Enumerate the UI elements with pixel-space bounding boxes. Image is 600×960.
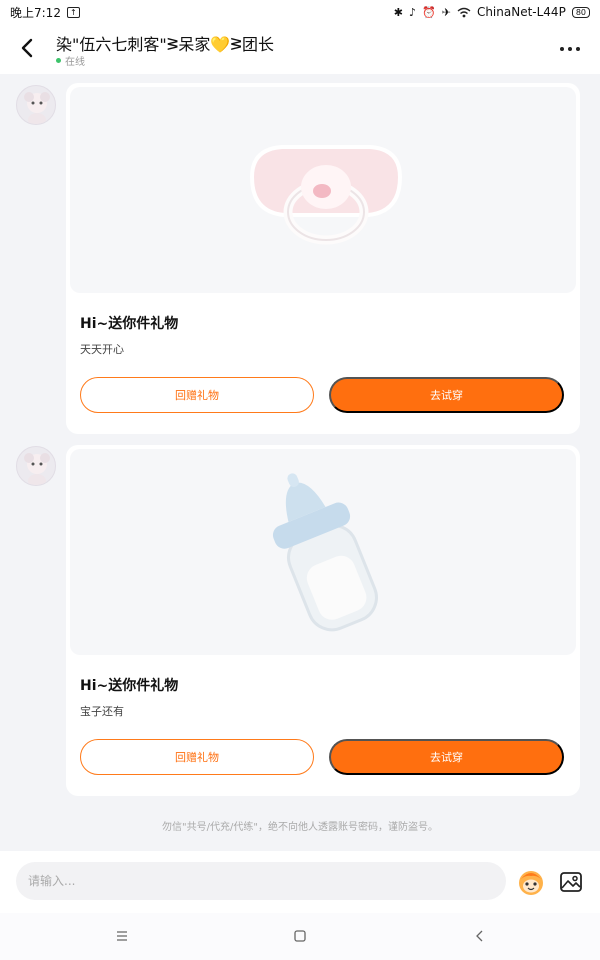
back-triangle-icon[interactable] <box>468 925 492 947</box>
message-input[interactable] <box>16 862 506 900</box>
return-gift-button[interactable]: 回赠礼物 <box>80 739 314 775</box>
alarm-icon: ⏰ <box>422 5 436 19</box>
try-on-button[interactable]: 去试穿 <box>329 739 564 775</box>
mute-icon: ♪ <box>408 5 417 19</box>
image-picker-icon[interactable] <box>558 869 584 895</box>
gift-image <box>70 449 576 655</box>
system-nav-bar <box>0 913 600 960</box>
gift-card-message: 宝子还有 <box>80 705 124 718</box>
message-input-bar <box>0 851 600 913</box>
wifi-icon <box>457 7 471 17</box>
back-arrow-icon[interactable] <box>16 36 40 60</box>
try-on-button[interactable]: 去试穿 <box>329 377 564 413</box>
bluetooth-icon: ✱ <box>393 5 403 19</box>
notification-badge: ↑ <box>66 6 80 18</box>
status-bar: 晚上7:12 ↑ ✱ ♪ ⏰ ✈ ChinaNet-L44P 80 <box>0 0 600 24</box>
status-time: 晚上7:12 <box>10 5 61 20</box>
emoji-face-icon[interactable] <box>516 867 546 897</box>
pacifier-icon <box>249 145 403 245</box>
online-status-text: 在线 <box>65 57 85 68</box>
gift-message-card: Hi~送你件礼物 天天开心 回赠礼物 去试穿 <box>66 83 580 434</box>
chat-title: 染"伍六七刺客"ᕒ呆家💛ᕒ团长 <box>56 35 274 54</box>
home-square-icon[interactable] <box>288 925 312 947</box>
airplane-icon: ✈ <box>441 5 451 19</box>
menu-icon[interactable] <box>110 925 134 947</box>
security-notice: 勿信"共号/代充/代练"，绝不向他人透露账号密码，谨防盗号。 <box>162 822 438 833</box>
return-gift-button[interactable]: 回赠礼物 <box>80 377 314 413</box>
sender-avatar[interactable] <box>16 446 56 486</box>
baby-bottle-icon <box>272 473 378 632</box>
online-status: 在线 <box>56 53 85 68</box>
network-name: ChinaNet-L44P <box>476 5 566 19</box>
gift-card-title: Hi~送你件礼物 <box>80 678 179 694</box>
online-dot <box>56 58 61 63</box>
gift-card-message: 天天开心 <box>80 343 124 356</box>
chat-header: 染"伍六七刺客"ᕒ呆家💛ᕒ团长 在线 <box>0 24 600 74</box>
gift-message-card: Hi~送你件礼物 宝子还有 回赠礼物 去试穿 <box>66 445 580 796</box>
gift-image <box>70 87 576 293</box>
more-options-icon[interactable] <box>556 38 584 60</box>
sender-avatar[interactable] <box>16 85 56 125</box>
gift-card-title: Hi~送你件礼物 <box>80 316 179 332</box>
battery-indicator: 80 <box>571 6 590 18</box>
